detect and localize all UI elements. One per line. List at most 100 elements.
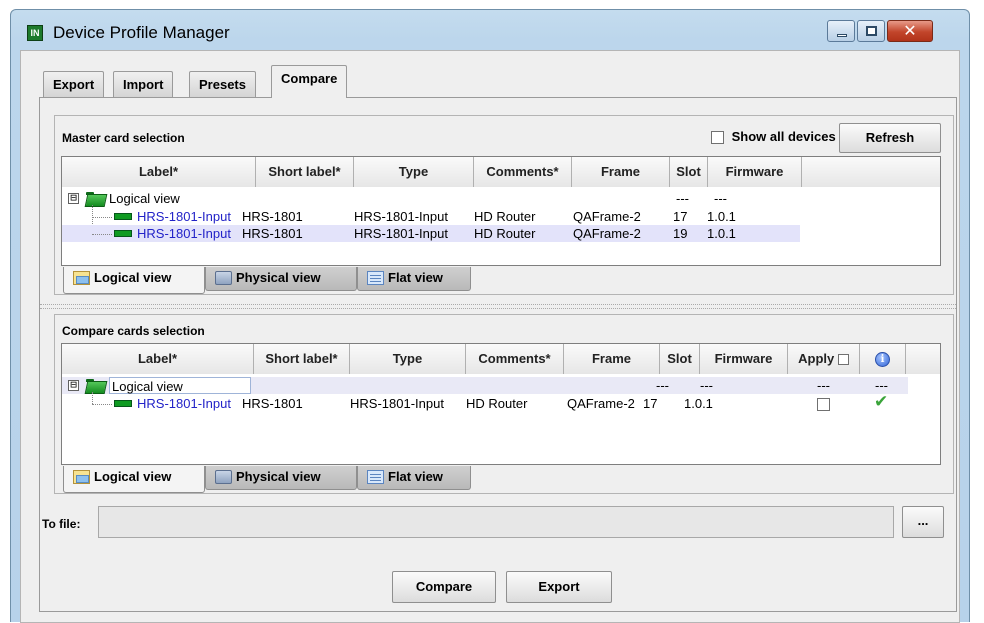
table-row[interactable]: HRS-1801-Input HRS-1801 HRS-1801-Input H… (62, 208, 940, 225)
status-check-icon: ✔ (874, 392, 889, 412)
physical-view-icon (215, 271, 232, 285)
card-label-link[interactable]: HRS-1801-Input (137, 395, 231, 412)
col-header-apply[interactable]: Apply (788, 344, 860, 374)
view-tab-label: Flat view (388, 270, 443, 285)
root-firmware-value: --- (700, 378, 713, 393)
col-header-label[interactable]: Label* (62, 344, 254, 374)
compare-section-title: Compare cards selection (62, 324, 205, 338)
view-tab-label: Logical view (94, 270, 172, 285)
apply-all-checkbox[interactable] (837, 354, 849, 366)
section-splitter[interactable] (40, 304, 956, 309)
compare-cards-section: Compare cards selection Label* Short lab… (54, 314, 954, 494)
master-card-section: Master card selection Show all devices R… (54, 115, 954, 295)
view-tab-label: Physical view (236, 270, 321, 285)
cell-comments: HD Router (466, 396, 528, 411)
table-row-selected[interactable]: HRS-1801-Input HRS-1801 HRS-1801-Input H… (62, 225, 800, 242)
cell-frame: QAFrame-2 (573, 226, 641, 241)
col-header-short-label[interactable]: Short label* (254, 344, 350, 374)
to-file-label: To file: (42, 517, 81, 531)
master-card-table[interactable]: Label* Short label* Type Comments* Frame… (61, 156, 941, 266)
view-tab-physical[interactable]: Physical view (205, 466, 357, 490)
to-file-input[interactable] (98, 506, 894, 538)
flat-view-icon (367, 470, 384, 484)
cell-firmware: 1.0.1 (707, 209, 736, 224)
view-tab-flat[interactable]: Flat view (357, 466, 471, 490)
table-row[interactable]: HRS-1801-Input HRS-1801 HRS-1801-Input H… (62, 392, 940, 412)
view-tab-physical[interactable]: Physical view (205, 267, 357, 291)
card-label-link[interactable]: HRS-1801-Input (137, 225, 231, 242)
col-header-status[interactable]: i (860, 344, 906, 374)
master-table-header: Label* Short label* Type Comments* Frame… (62, 157, 940, 187)
collapse-toggle-icon[interactable]: ⊟ (68, 192, 79, 204)
cell-comments: HD Router (474, 209, 536, 224)
tree-connector (92, 404, 112, 405)
cell-firmware: 1.0.1 (684, 396, 713, 411)
close-button[interactable]: ✕ (887, 20, 933, 42)
card-label-link[interactable]: HRS-1801-Input (137, 208, 231, 225)
master-section-title: Master card selection (62, 131, 185, 145)
col-header-slot[interactable]: Slot (670, 157, 708, 187)
window-client-area: Export Import Presets Compare Master car… (20, 50, 960, 623)
refresh-button[interactable]: Refresh (839, 123, 941, 153)
col-header-short-label[interactable]: Short label* (256, 157, 354, 187)
minimize-icon (837, 34, 847, 37)
card-icon (114, 230, 132, 237)
show-all-devices-checkbox[interactable] (711, 131, 724, 145)
cell-firmware: 1.0.1 (707, 226, 736, 241)
col-header-frame[interactable]: Frame (564, 344, 660, 374)
col-header-filler (906, 344, 940, 374)
col-header-comments[interactable]: Comments* (474, 157, 572, 187)
view-tab-logical[interactable]: Logical view (63, 267, 205, 294)
compare-button[interactable]: Compare (392, 571, 496, 603)
cell-type: HRS-1801-Input (354, 226, 448, 241)
tab-presets[interactable]: Presets (189, 71, 256, 97)
col-header-firmware[interactable]: Firmware (708, 157, 802, 187)
tree-connector (92, 217, 112, 218)
cell-short-label: HRS-1801 (242, 209, 303, 224)
view-tab-label: Logical view (94, 469, 172, 484)
title-bar[interactable]: IN Device Profile Manager ✕ (11, 10, 969, 50)
card-icon (114, 213, 132, 220)
tab-export[interactable]: Export (43, 71, 105, 97)
app-window: IN Device Profile Manager ✕ Export Impor… (10, 9, 970, 623)
view-tab-flat[interactable]: Flat view (357, 267, 471, 291)
cell-short-label: HRS-1801 (242, 226, 303, 241)
compare-tab-panel: Master card selection Show all devices R… (39, 97, 957, 612)
apply-row-checkbox[interactable] (817, 398, 830, 411)
maximize-button[interactable] (857, 20, 885, 42)
minimize-button[interactable] (827, 20, 855, 42)
tab-import[interactable]: Import (113, 71, 174, 97)
compare-card-table[interactable]: Label* Short label* Type Comments* Frame… (61, 343, 941, 465)
col-header-frame[interactable]: Frame (572, 157, 670, 187)
card-icon (114, 400, 132, 407)
open-folder-icon (86, 192, 105, 205)
cell-type: HRS-1801-Input (350, 396, 444, 411)
show-all-devices-toggle[interactable]: Show all devices (711, 129, 836, 145)
cell-slot: 17 (673, 209, 688, 224)
col-header-label[interactable]: Label* (62, 157, 256, 187)
export-button[interactable]: Export (506, 571, 612, 603)
col-header-type[interactable]: Type (350, 344, 466, 374)
open-folder-icon (86, 379, 105, 392)
tree-root-label: Logical view (109, 377, 251, 394)
col-header-slot[interactable]: Slot (660, 344, 700, 374)
view-tab-label: Flat view (388, 469, 443, 484)
physical-view-icon (215, 470, 232, 484)
col-header-comments[interactable]: Comments* (466, 344, 564, 374)
tab-compare[interactable]: Compare (271, 65, 348, 98)
view-tab-logical[interactable]: Logical view (63, 466, 205, 493)
col-header-type[interactable]: Type (354, 157, 474, 187)
root-slot-value: --- (656, 378, 669, 393)
collapse-toggle-icon[interactable]: ⊟ (68, 379, 79, 391)
col-header-firmware[interactable]: Firmware (700, 344, 788, 374)
cell-frame: QAFrame-2 (573, 209, 641, 224)
tree-root-row[interactable]: ⊟ Logical view --- --- (62, 190, 940, 207)
view-tab-label: Physical view (236, 469, 321, 484)
close-icon: ✕ (903, 21, 917, 40)
info-icon: i (875, 352, 890, 368)
compare-table-header: Label* Short label* Type Comments* Frame… (62, 344, 940, 374)
browse-file-button[interactable]: ... (902, 506, 944, 538)
cell-type: HRS-1801-Input (354, 209, 448, 224)
tree-root-row[interactable]: ⊟ Logical view --- --- --- --- (62, 377, 908, 394)
tree-connector (92, 234, 112, 235)
